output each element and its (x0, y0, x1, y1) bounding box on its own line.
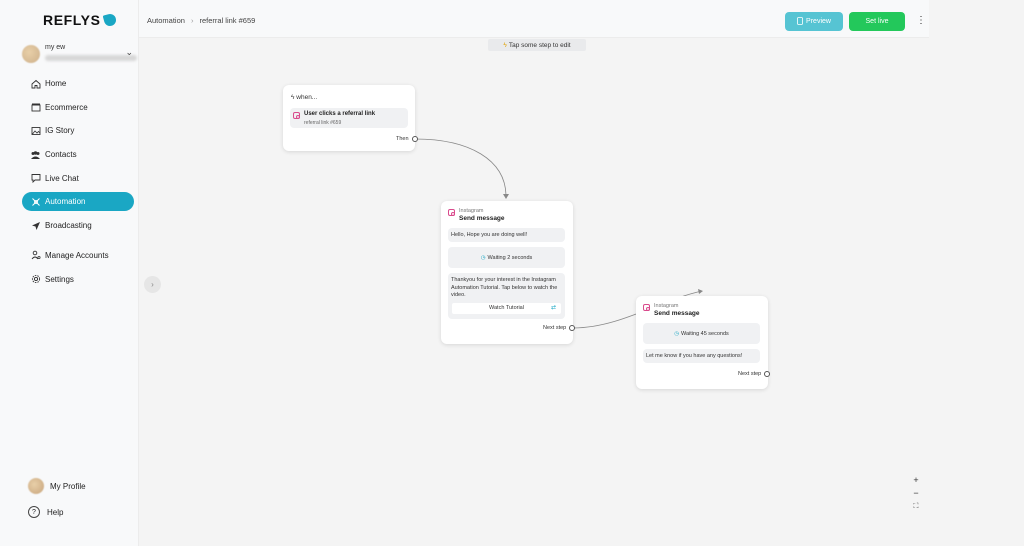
output-port[interactable] (412, 136, 418, 142)
output-port[interactable] (569, 325, 575, 331)
link-icon: ⇄ (550, 305, 556, 311)
trigger-header-text: when... (296, 94, 318, 101)
fit-view-button[interactable]: ⛶ (910, 500, 922, 513)
lightning-icon: ϟ (291, 94, 295, 101)
wait-text: Waiting 45 seconds (681, 330, 729, 337)
message-bubble[interactable]: Thankyou for your interest in the Instag… (448, 273, 565, 319)
port-label: Next step (543, 325, 567, 331)
step-platform: Instagram (459, 208, 484, 214)
trigger-header: ϟ when... (291, 94, 317, 101)
connector-arrow (698, 289, 703, 294)
clock-icon: ◷ (480, 254, 486, 261)
wait-block[interactable]: ◷ Waiting 45 seconds (643, 323, 760, 344)
message-bubble[interactable]: Hello, Hope you are doing well! (448, 228, 565, 242)
message-text: Let me know if you have any questions! (646, 353, 743, 359)
trigger-subtitle: referral link #659 (304, 120, 342, 126)
watch-tutorial-button[interactable]: Watch Tutorial ⇄ (452, 303, 561, 314)
message-text: Hello, Hope you are doing well! (451, 232, 528, 238)
button-label: Watch Tutorial (489, 305, 524, 311)
zoom-in-button[interactable]: + (910, 474, 922, 487)
step-card-send-message-1[interactable]: Instagram Send message Hello, Hope you a… (441, 201, 575, 344)
wait-block[interactable]: ◷ Waiting 2 seconds (448, 247, 565, 268)
port-label: Next step (738, 371, 762, 377)
trigger-card[interactable]: ϟ when... User clicks a referral link re… (283, 85, 418, 151)
message-text: Thankyou for your interest in the Instag… (451, 277, 558, 298)
connector-trigger-to-step1 (414, 138, 507, 196)
zoom-controls: + − ⛶ (910, 474, 922, 513)
trigger-condition[interactable]: User clicks a referral link referral lin… (290, 108, 408, 128)
step-card-send-message-2[interactable]: Instagram Send message ◷ Waiting 45 seco… (636, 296, 770, 389)
zoom-out-button[interactable]: − (910, 487, 922, 500)
output-port[interactable] (764, 371, 770, 377)
step-title: Send message (459, 215, 505, 222)
connector-arrow (503, 194, 509, 199)
instagram-icon (643, 304, 650, 311)
wait-text: Waiting 2 seconds (487, 254, 533, 261)
step-title: Send message (654, 310, 700, 317)
port-label: Then (396, 136, 409, 142)
instagram-icon (293, 112, 300, 119)
clock-icon: ◷ (674, 330, 679, 337)
instagram-icon (448, 209, 455, 216)
message-bubble[interactable]: Let me know if you have any questions! (643, 349, 760, 363)
trigger-title: User clicks a referral link (304, 111, 376, 117)
step-platform: Instagram (654, 303, 679, 309)
